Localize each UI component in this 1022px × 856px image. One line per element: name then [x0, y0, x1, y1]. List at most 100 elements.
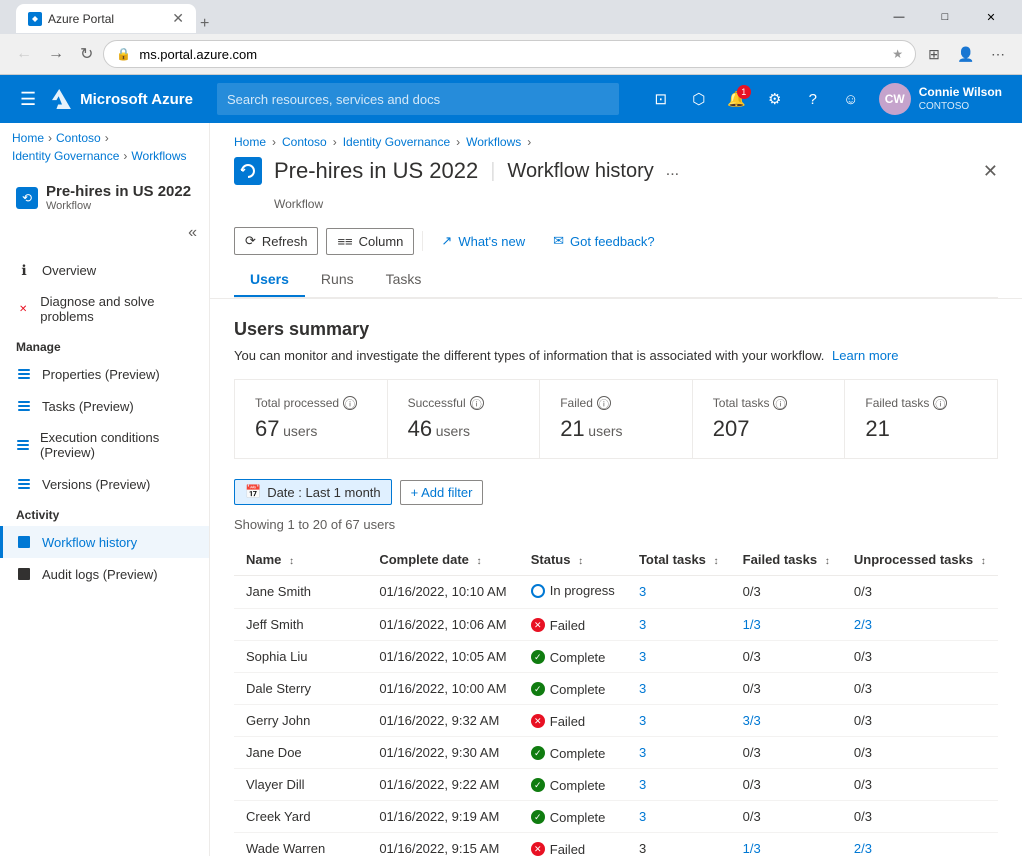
info-icon-successful[interactable]: ⓘ [470, 396, 484, 410]
address-bar[interactable]: 🔒 ★ [103, 40, 916, 68]
total-tasks-link[interactable]: 3 [639, 713, 646, 728]
tab-close-button[interactable]: ✕ [172, 10, 184, 27]
col-unprocessed-tasks[interactable]: Unprocessed tasks ↕ [842, 544, 998, 576]
breadcrumb-workflows-link[interactable]: Workflows [466, 135, 521, 149]
page-close-button[interactable]: ✕ [983, 161, 998, 182]
failed-tasks-link[interactable]: 3/3 [743, 713, 761, 728]
feedback-icon[interactable]: ☺ [833, 81, 869, 117]
breadcrumb-home[interactable]: Home [12, 131, 44, 145]
tab-runs[interactable]: Runs [305, 263, 370, 297]
azure-logo-icon [52, 89, 72, 109]
total-tasks-link[interactable]: 3 [639, 584, 646, 599]
manage-section-label: Manage [0, 332, 209, 358]
unprocessed-tasks-link[interactable]: 2/3 [854, 617, 872, 632]
help-icon[interactable]: ? [795, 81, 831, 117]
cell-total-tasks: 3 [627, 576, 731, 609]
directory-icon[interactable]: ⬡ [681, 81, 717, 117]
col-complete-date[interactable]: Complete date ↕ [367, 544, 518, 576]
settings-icon[interactable]: ⚙ [757, 81, 793, 117]
extensions-icon[interactable]: ⊞ [920, 40, 948, 68]
col-status[interactable]: Status ↕ [519, 544, 627, 576]
cell-failed-tasks: 0/3 [731, 640, 842, 672]
status-badge: ✓ Complete [531, 682, 606, 697]
avatar: CW [879, 83, 911, 115]
breadcrumb-contoso-link[interactable]: Contoso [282, 135, 327, 149]
cloud-shell-icon[interactable]: ⊡ [643, 81, 679, 117]
azure-logo: Microsoft Azure [52, 89, 193, 109]
sidebar-collapse-button[interactable]: « [0, 220, 209, 246]
breadcrumb-workflows[interactable]: Workflows [131, 149, 186, 163]
info-icon-failed[interactable]: ⓘ [597, 396, 611, 410]
card-successful: Successful ⓘ 46 users [388, 380, 541, 458]
topbar-search [217, 83, 619, 115]
sidebar-item-audit-logs[interactable]: Audit logs (Preview) [0, 558, 209, 590]
card-value-failed-tasks: 21 [865, 416, 977, 442]
sidebar-item-overview[interactable]: ℹ Overview [0, 254, 209, 286]
total-tasks-link[interactable]: 3 [639, 681, 646, 696]
back-button[interactable]: ← [10, 41, 38, 67]
azure-logo-text: Microsoft Azure [80, 91, 193, 108]
total-tasks-link[interactable]: 3 [639, 617, 646, 632]
status-icon-failed: ✕ [531, 842, 545, 856]
new-tab-button[interactable]: + [200, 15, 209, 33]
toolbar-divider [422, 231, 423, 251]
status-icon-complete: ✓ [531, 746, 545, 760]
column-button[interactable]: ≡≡ Column [326, 228, 414, 255]
info-icon-total-processed[interactable]: ⓘ [343, 396, 357, 410]
refresh-button[interactable]: ⟳ Refresh [234, 227, 318, 255]
sidebar-item-versions[interactable]: Versions (Preview) [0, 468, 209, 500]
profile-icon[interactable]: 👤 [952, 40, 980, 68]
whatsnew-button[interactable]: ↗ What's new [431, 228, 535, 254]
col-failed-tasks[interactable]: Failed tasks ↕ [731, 544, 842, 576]
failed-tasks-link[interactable]: 1/3 [743, 841, 761, 856]
address-input[interactable] [139, 47, 884, 62]
browser-tab-active[interactable]: Azure Portal ✕ [16, 4, 196, 33]
breadcrumb-home-link[interactable]: Home [234, 135, 266, 149]
cell-name: Vlayer Dill [234, 768, 367, 800]
close-button[interactable]: ✕ [968, 0, 1014, 34]
sidebar-item-properties[interactable]: Properties (Preview) [0, 358, 209, 390]
total-tasks-link[interactable]: 3 [639, 777, 646, 792]
status-icon-failed: ✕ [531, 618, 545, 632]
total-tasks-link[interactable]: 3 [639, 809, 646, 824]
info-icon-failed-tasks[interactable]: ⓘ [933, 396, 947, 410]
sidebar-item-workflow-history[interactable]: Workflow history [0, 526, 209, 558]
sidebar-item-diagnose[interactable]: ✕ Diagnose and solve problems [0, 286, 209, 332]
feedback-button[interactable]: ✉ Got feedback? [543, 228, 664, 254]
forward-button[interactable]: → [42, 41, 70, 67]
page-more-button[interactable]: ... [666, 162, 679, 180]
col-name[interactable]: Name ↕ [234, 544, 367, 576]
breadcrumb-identity[interactable]: Identity Governance [12, 149, 119, 163]
add-filter-button[interactable]: + Add filter [400, 480, 484, 505]
total-tasks-number: 207 [713, 416, 750, 441]
refresh-button[interactable]: ↻ [74, 40, 99, 68]
cell-name: Sophia Liu [234, 640, 367, 672]
collapse-icon: « [188, 224, 197, 242]
sidebar-item-execution[interactable]: Execution conditions (Preview) [0, 422, 209, 468]
status-icon-complete: ✓ [531, 810, 545, 824]
total-tasks-link[interactable]: 3 [639, 745, 646, 760]
hamburger-menu[interactable]: ☰ [12, 85, 44, 114]
minimize-button[interactable]: — [876, 0, 922, 34]
tab-users[interactable]: Users [234, 263, 305, 297]
date-filter-tag[interactable]: 📅 Date : Last 1 month [234, 479, 392, 505]
learn-more-link[interactable]: Learn more [832, 348, 898, 363]
breadcrumb-contoso[interactable]: Contoso [56, 131, 101, 145]
user-profile[interactable]: CW Connie Wilson CONTOSO [871, 79, 1010, 119]
workflow-history-icon [16, 534, 32, 550]
info-icon-total-tasks[interactable]: ⓘ [773, 396, 787, 410]
status-label: Complete [550, 810, 606, 825]
breadcrumb-identity-link[interactable]: Identity Governance [343, 135, 450, 149]
unprocessed-tasks-link[interactable]: 2/3 [854, 841, 872, 856]
sidebar-workflow-title: ⟲ Pre-hires in US 2022 Workflow [16, 183, 193, 212]
tab-tasks[interactable]: Tasks [370, 263, 438, 297]
failed-tasks-link[interactable]: 1/3 [743, 617, 761, 632]
settings-icon[interactable]: ⋯ [984, 40, 1012, 68]
notifications-icon[interactable]: 🔔 1 [719, 81, 755, 117]
total-tasks-link[interactable]: 3 [639, 649, 646, 664]
sidebar-item-tasks[interactable]: Tasks (Preview) [0, 390, 209, 422]
col-total-tasks[interactable]: Total tasks ↕ [627, 544, 731, 576]
topbar-search-input[interactable] [217, 83, 619, 115]
status-label: Complete [550, 650, 606, 665]
maximize-button[interactable]: □ [922, 0, 968, 34]
